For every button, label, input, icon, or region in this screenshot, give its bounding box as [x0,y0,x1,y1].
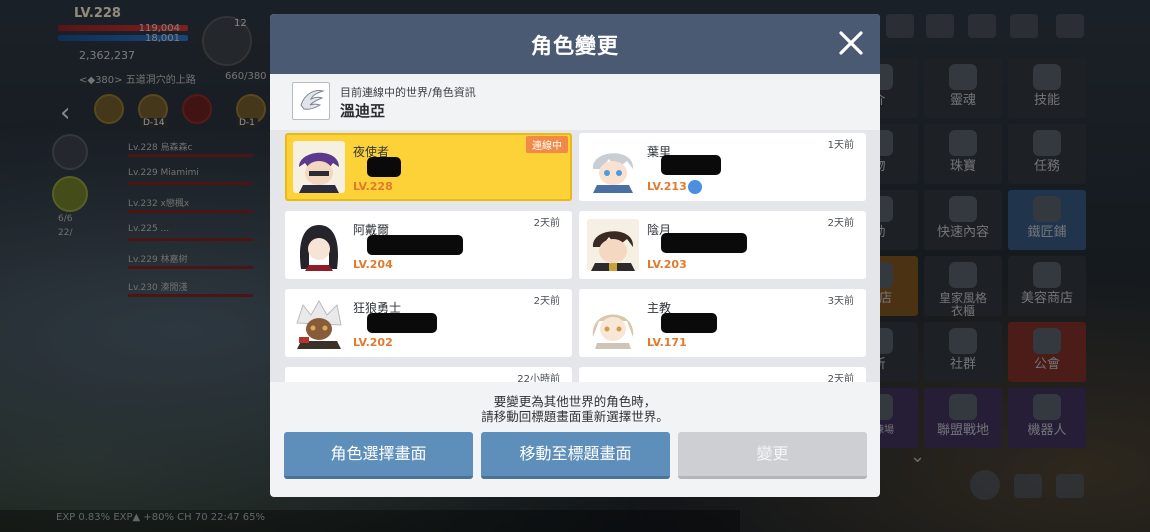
world-change-notice: 要變更為其他世界的角色時， 請移動回標題畫面重新選擇世界。 [270,382,880,430]
world-subtitle: 目前連線中的世界/角色資訊 [340,86,476,99]
dialog-title: 角色變更 [531,34,619,58]
last-login-time: 1天前 [827,140,854,151]
character-card[interactable]: 主教 LV.171 3天前 [579,289,866,357]
online-badge: 連線中 [526,136,568,153]
last-login-time: 2天前 [533,296,560,307]
current-world-info: 目前連線中的世界/角色資訊 溫迪亞 [280,74,870,130]
notice-line: 請移動回標題畫面重新選擇世界。 [481,409,669,424]
message-icon [688,180,702,194]
character-level: LV.203 [647,258,687,271]
character-level: LV.228 [353,180,393,193]
character-change-dialog: 角色變更 目前連線中的世界/角色資訊 溫迪亞 夜使者 LV.228 連線中 葉里… [270,14,880,497]
world-wing-icon [292,82,330,120]
character-level: LV.202 [353,336,393,349]
world-name: 溫迪亞 [340,102,386,120]
character-level: LV.204 [353,258,393,271]
character-card[interactable]: 2天前 [579,367,866,382]
last-login-time: 2天前 [827,374,854,382]
character-card[interactable]: 陰月 LV.203 2天前 [579,211,866,279]
character-avatar [587,375,639,382]
last-login-time: 2天前 [827,218,854,229]
redacted-name [367,157,401,177]
character-avatar [293,375,345,382]
character-level: LV.171 [647,336,687,349]
character-avatar [587,141,639,193]
character-card[interactable]: 22小時前 [285,367,572,382]
move-to-title-screen-button[interactable]: 移動至標題畫面 [481,432,670,479]
redacted-name [661,155,721,175]
redacted-name [367,313,437,333]
character-avatar [293,297,345,349]
last-login-time: 3天前 [827,296,854,307]
character-avatar [587,297,639,349]
last-login-time: 2天前 [533,218,560,229]
close-icon[interactable] [836,28,866,58]
redacted-name [661,233,747,253]
character-avatar [293,219,345,271]
character-list[interactable]: 夜使者 LV.228 連線中 葉里 LV.213 1天前 阿戴爾 LV.204 … [270,130,880,382]
character-level: LV.213 [647,180,687,193]
character-avatar [587,219,639,271]
change-button[interactable]: 變更 [678,432,867,479]
character-card[interactable]: 阿戴爾 LV.204 2天前 [285,211,572,279]
redacted-name [661,313,717,333]
character-card[interactable]: 狂狼勇士 LV.202 2天前 [285,289,572,357]
notice-line: 要變更為其他世界的角色時， [493,394,657,409]
last-login-time: 22小時前 [517,374,560,382]
character-card[interactable]: 葉里 LV.213 1天前 [579,133,866,201]
character-card[interactable]: 夜使者 LV.228 連線中 [285,133,572,201]
character-avatar [293,141,345,193]
dialog-header: 角色變更 [270,14,880,74]
character-select-screen-button[interactable]: 角色選擇畫面 [284,432,473,479]
redacted-name [367,235,463,255]
